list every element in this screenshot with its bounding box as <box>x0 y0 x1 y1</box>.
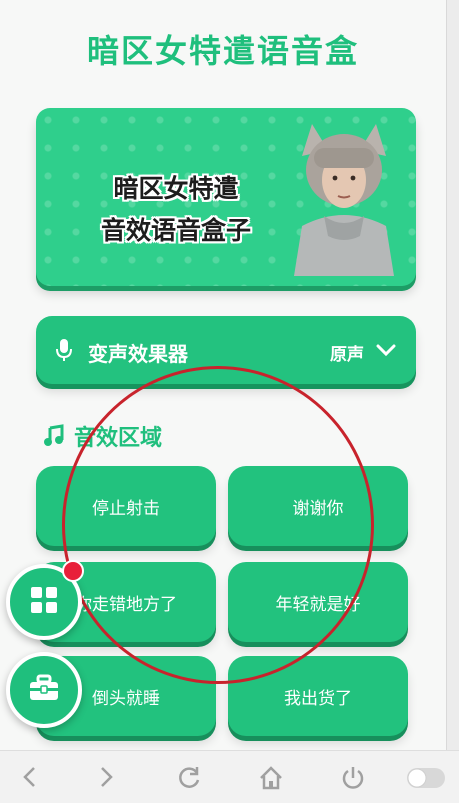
annotation-circle <box>62 366 374 684</box>
music-note-icon <box>42 424 66 454</box>
character-portrait <box>294 124 394 276</box>
sound-button-label: 我出货了 <box>284 688 352 709</box>
forward-icon[interactable] <box>96 765 116 793</box>
app-screen: 暗区女特遣语音盒 暗区女特遣 音效语音盒子 变声效果器 原声 音效区域 停止射击… <box>0 0 447 750</box>
voice-changer-label: 变声效果器 <box>88 342 188 366</box>
toolbox-fab[interactable] <box>6 652 82 728</box>
voice-changer-value: 原声 <box>330 345 364 365</box>
microphone-icon <box>56 338 72 366</box>
chevron-down-icon <box>376 342 396 361</box>
refresh-icon[interactable] <box>176 765 202 795</box>
toolbox-icon <box>28 674 60 706</box>
banner-line-2: 音效语音盒子 <box>100 216 251 245</box>
grid-icon <box>29 585 59 619</box>
notification-badge <box>62 560 84 582</box>
banner-line-1: 暗区女特遣 <box>113 174 239 203</box>
sound-button-label: 倒头就睡 <box>92 688 160 709</box>
banner-text: 暗区女特遣 音效语音盒子 <box>56 168 296 252</box>
page-title: 暗区女特遣语音盒 <box>86 32 359 70</box>
home-icon[interactable] <box>258 765 284 795</box>
back-icon[interactable] <box>20 765 40 793</box>
browser-navbar <box>0 750 459 803</box>
hero-banner: 暗区女特遣 音效语音盒子 <box>36 108 416 286</box>
toggle-icon[interactable] <box>406 767 446 793</box>
power-icon[interactable] <box>340 765 366 795</box>
